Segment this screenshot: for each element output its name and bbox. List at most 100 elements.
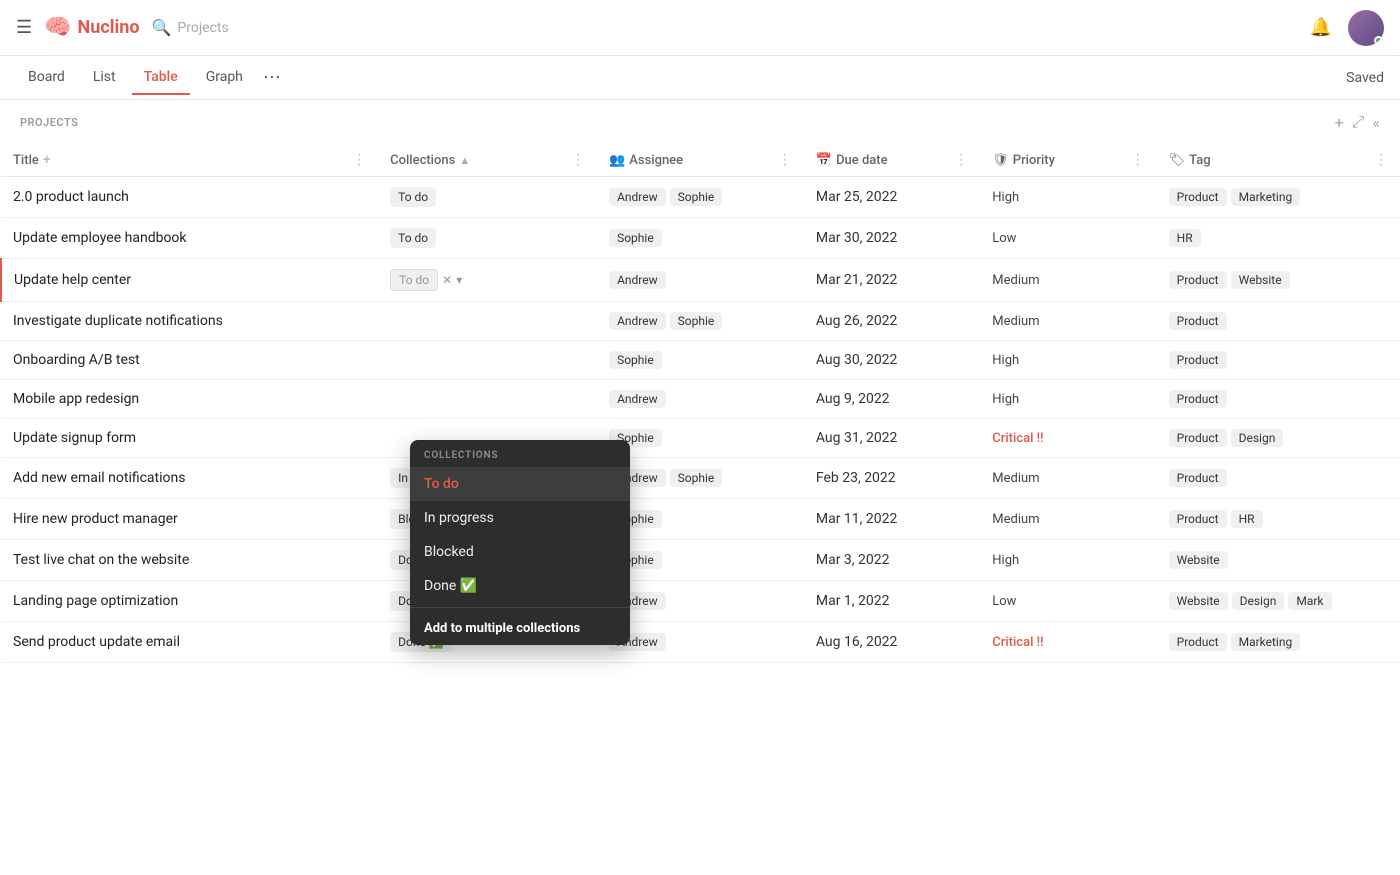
add-section-button[interactable]: + [1335,113,1344,132]
priority-value: Medium [992,314,1039,329]
expand-icon[interactable]: ⤢ [1352,112,1365,132]
tab-list[interactable]: List [81,61,128,95]
row-title[interactable]: Update signup form [13,430,136,446]
tag-badge[interactable]: Website [1169,551,1228,569]
avatar[interactable] [1348,10,1384,46]
projects-table: Title + ⋮ Collections ▲ ⋮ [0,144,1400,663]
collection-badge[interactable]: To do [390,187,436,207]
tab-graph[interactable]: Graph [194,61,255,95]
assignee-chip[interactable]: Sophie [609,351,662,369]
row-title[interactable]: Update employee handbook [13,230,187,246]
title-cell: Hire new product manager [13,511,366,527]
row-title[interactable]: Hire new product manager [13,511,178,527]
tags: WebsiteDesignMark [1169,592,1388,610]
tag-badge[interactable]: HR [1169,229,1201,247]
tag-badge[interactable]: Product [1169,390,1227,408]
tag-badge[interactable]: Design [1231,429,1284,447]
assignee-chip[interactable]: Sophie [609,229,662,247]
row-title[interactable]: Mobile app redesign [13,391,139,407]
row-title[interactable]: 2.0 product launch [13,189,129,205]
assignee-chips: Andrew [609,271,792,289]
collections-menu-icon[interactable]: ⋮ [571,152,585,168]
col-header-assignee: 👥 Assignee ⋮ [597,144,804,177]
assignee-label: Assignee [629,153,683,168]
tag-label: Tag [1189,153,1210,168]
assignee-chip[interactable]: Sophie [670,469,723,487]
dropdown-item-blocked[interactable]: Blocked [410,535,630,569]
app-header: ☰ 🧠 Nuclino 🔍 Projects 🔔 [0,0,1400,56]
tag-badge[interactable]: Design [1232,592,1285,610]
collapse-icon[interactable]: « [1372,113,1380,132]
assignee-chip[interactable]: Andrew [609,312,666,330]
critical-icon: ‼ [1037,431,1044,446]
saved-label: Saved [1346,70,1384,86]
dropdown-item-inprogress[interactable]: In progress [410,501,630,535]
online-dot [1374,36,1383,45]
row-title[interactable]: Update help center [14,272,131,288]
title-cell: Add new email notifications [13,470,366,486]
search-icon: 🔍 [151,18,171,37]
duedate-menu-icon[interactable]: ⋮ [954,152,968,168]
table-row: Onboarding A/B test SophieAug 30, 2022Hi… [1,341,1400,380]
row-title[interactable]: Send product update email [13,634,180,650]
row-title[interactable]: Landing page optimization [13,593,178,609]
assignee-menu-icon[interactable]: ⋮ [778,152,792,168]
title-cell: Landing page optimization [13,593,366,609]
assignee-chip[interactable]: Andrew [609,188,666,206]
duedate-label: Due date [836,153,888,168]
clear-collection-button[interactable]: ✕ [442,273,452,287]
assignee-chip[interactable]: Andrew [609,390,666,408]
tag-badge[interactable]: Product [1169,510,1227,528]
due-date: Aug 9, 2022 [816,391,890,407]
dropdown-item-todo[interactable]: To do [410,467,630,501]
table-row: Investigate duplicate notifications Andr… [1,302,1400,341]
search-area[interactable]: 🔍 Projects [151,18,228,37]
add-title-icon[interactable]: + [43,152,51,168]
tag-badge[interactable]: Product [1169,271,1227,289]
tags: Product [1169,312,1388,330]
dropdown-add-multiple[interactable]: Add to multiple collections [410,612,630,645]
assignee-chip[interactable]: Sophie [670,312,723,330]
tag-badge[interactable]: Product [1169,312,1227,330]
expand-collection-button[interactable]: ▾ [456,273,462,287]
tab-table[interactable]: Table [132,61,190,95]
row-title[interactable]: Onboarding A/B test [13,352,140,368]
priority-label: Priority [1013,153,1055,168]
tab-board[interactable]: Board [16,61,77,95]
tag-badge[interactable]: Website [1231,271,1290,289]
title-cell: Update employee handbook [13,230,366,246]
tag-badge[interactable]: Website [1169,592,1228,610]
row-title[interactable]: Test live chat on the website [13,552,189,568]
assignee-chips: AndrewSophie [609,188,792,206]
due-date: Aug 30, 2022 [816,352,898,368]
sort-icon[interactable]: ▲ [459,154,470,167]
tag-badge[interactable]: Mark [1288,592,1331,610]
assignee-chip[interactable]: Sophie [670,188,723,206]
menu-icon[interactable]: ☰ [16,17,32,38]
collection-badge[interactable]: To do [390,269,438,291]
collection-badge[interactable]: To do [390,228,436,248]
bell-icon[interactable]: 🔔 [1310,17,1332,38]
section-actions: + ⤢ « [1335,112,1380,132]
tag-badge[interactable]: Marketing [1231,188,1301,206]
due-date: Mar 25, 2022 [816,189,898,205]
tag-badge[interactable]: Product [1169,188,1227,206]
title-cell: Send product update email [13,634,366,650]
tag-badge[interactable]: HR [1231,510,1263,528]
tag-badge[interactable]: Marketing [1231,633,1301,651]
row-title[interactable]: Investigate duplicate notifications [13,313,223,329]
assignee-chip[interactable]: Andrew [609,271,666,289]
tag-menu-icon[interactable]: ⋮ [1374,152,1388,168]
tag-badge[interactable]: Product [1169,469,1227,487]
title-cell: Mobile app redesign [13,391,366,407]
table-row: Landing page optimization Done ✅AndrewMa… [1,581,1400,622]
nav-more-icon[interactable]: ⋯ [263,67,281,88]
priority-menu-icon[interactable]: ⋮ [1131,152,1145,168]
row-title[interactable]: Add new email notifications [13,470,185,486]
title-menu-icon[interactable]: ⋮ [352,152,366,168]
tag-badge[interactable]: Product [1169,429,1227,447]
dropdown-item-done[interactable]: Done ✅ [410,569,630,603]
col-header-tag: 🏷 Tag ⋮ [1157,144,1400,177]
tag-badge[interactable]: Product [1169,633,1227,651]
tag-badge[interactable]: Product [1169,351,1227,369]
